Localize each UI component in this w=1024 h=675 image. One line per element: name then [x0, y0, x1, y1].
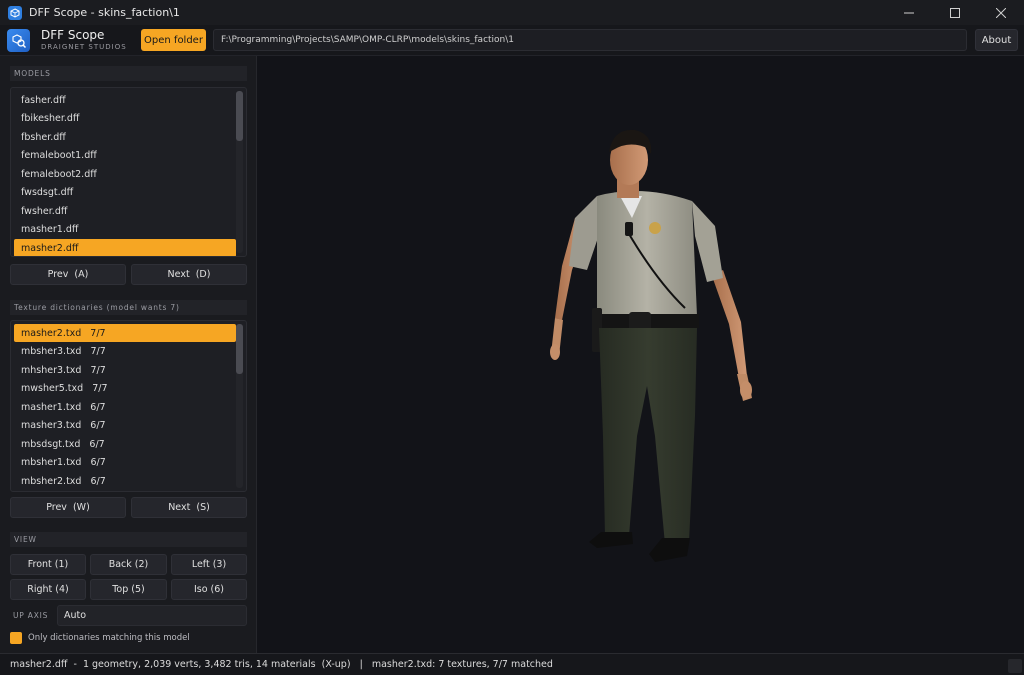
open-folder-button[interactable]: Open folder: [141, 29, 206, 51]
view-top-button[interactable]: Top (5): [90, 579, 167, 600]
list-item[interactable]: mbsher3.txd 7/7: [14, 343, 236, 361]
filter-row[interactable]: Only dictionaries matching this model: [10, 631, 247, 645]
list-item[interactable]: mbsdsgt.txd 6/7: [14, 435, 236, 453]
textures-scroll-thumb[interactable]: [236, 324, 243, 374]
list-item[interactable]: mbsher1.txd 6/7: [14, 454, 236, 472]
list-item[interactable]: fasher.dff: [14, 91, 236, 109]
list-item[interactable]: masher3.txd 6/7: [14, 417, 236, 435]
list-item[interactable]: fbikesher.dff: [14, 110, 236, 128]
close-icon[interactable]: [978, 0, 1024, 25]
sidebar: MODELS fasher.dff fbikesher.dff fbsher.d…: [0, 56, 257, 653]
next-model-button[interactable]: Next (D): [131, 264, 247, 285]
list-item[interactable]: mhsher3.txd 7/7: [14, 361, 236, 379]
models-scrollbar[interactable]: [236, 91, 243, 253]
match-filter-checkbox[interactable]: [10, 632, 22, 644]
up-axis-label: UP AXIS: [13, 611, 49, 620]
brand-name: DFF Scope: [41, 28, 105, 42]
status-bar: masher2.dff - 1 geometry, 2,039 verts, 3…: [0, 653, 1024, 675]
view-back-button[interactable]: Back (2): [90, 554, 167, 575]
prev-texture-button[interactable]: Prev (W): [10, 497, 126, 518]
textures-scrollbar[interactable]: [236, 324, 243, 488]
brand-subtitle: DRAIGNET STUDIOS: [41, 43, 127, 51]
list-item[interactable]: fwsdsgt.dff: [14, 184, 236, 202]
up-axis-select[interactable]: Auto: [57, 605, 247, 626]
magnifier-cube-icon: [7, 29, 30, 52]
list-item[interactable]: mbsher2.txd 6/7: [14, 472, 236, 490]
character-model: [550, 129, 752, 562]
toolbar: DFF Scope DRAIGNET STUDIOS Open folder F…: [0, 25, 1024, 56]
about-button[interactable]: About: [975, 29, 1018, 51]
minimize-icon[interactable]: [886, 0, 932, 25]
list-item[interactable]: femaleboot1.dff: [14, 147, 236, 165]
list-item[interactable]: masher1.dff: [14, 221, 236, 239]
match-filter-label: Only dictionaries matching this model: [28, 633, 190, 643]
view-left-button[interactable]: Left (3): [171, 554, 247, 575]
folder-path-field[interactable]: F:\Programming\Projects\SAMP\OMP-CLRP\mo…: [213, 29, 967, 51]
models-section-label: MODELS: [10, 66, 247, 81]
list-item[interactable]: mwsher5.txd 7/7: [14, 380, 236, 398]
view-iso-button[interactable]: Iso (6): [171, 579, 247, 600]
textures-section-label: Texture dictionaries (model wants 7): [10, 300, 247, 315]
status-text: masher2.dff - 1 geometry, 2,039 verts, 3…: [10, 659, 553, 670]
models-list[interactable]: fasher.dff fbikesher.dff fbsher.dff fema…: [10, 87, 247, 257]
list-item-selected[interactable]: masher2.dff: [14, 239, 236, 256]
list-item[interactable]: femaleboot2.dff: [14, 165, 236, 183]
models-scroll-thumb[interactable]: [236, 91, 243, 141]
list-item[interactable]: fwsher.dff: [14, 202, 236, 220]
window-title: DFF Scope - skins_faction\1: [29, 6, 180, 19]
next-texture-button[interactable]: Next (S): [131, 497, 247, 518]
model-viewport[interactable]: [257, 56, 1024, 653]
list-item-selected[interactable]: masher2.txd 7/7: [14, 324, 236, 342]
cube-icon: [8, 5, 22, 20]
list-item[interactable]: masher1.txd 6/7: [14, 398, 236, 416]
view-section-label: VIEW: [10, 532, 247, 547]
prev-model-button[interactable]: Prev (A): [10, 264, 126, 285]
list-item[interactable]: fbsher.dff: [14, 128, 236, 146]
title-bar: DFF Scope - skins_faction\1: [0, 0, 1024, 25]
resize-grip-icon[interactable]: [1008, 659, 1022, 673]
textures-list[interactable]: masher2.txd 7/7 mbsher3.txd 7/7 mhsher3.…: [10, 320, 247, 492]
view-right-button[interactable]: Right (4): [10, 579, 86, 600]
view-front-button[interactable]: Front (1): [10, 554, 86, 575]
maximize-icon[interactable]: [932, 0, 978, 25]
